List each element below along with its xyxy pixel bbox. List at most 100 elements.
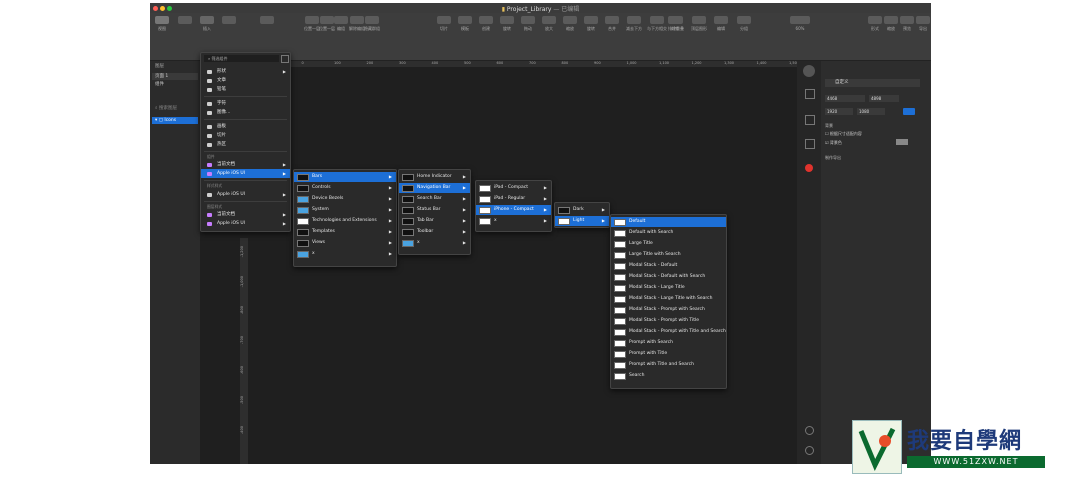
help-icon[interactable] <box>805 426 814 435</box>
record-icon[interactable] <box>805 164 813 172</box>
diamond-button[interactable] <box>260 13 274 35</box>
m-light-item-3[interactable]: Large Title with Search <box>611 250 726 260</box>
toolbar-button-right2-1[interactable]: 缩放 <box>884 13 898 35</box>
menu-item-artboard[interactable]: 画板 <box>201 122 290 131</box>
m-ios-item-4[interactable]: Technologies and Extensions ▶ <box>294 216 396 226</box>
x-field[interactable]: 1920 <box>825 108 853 115</box>
menu-item-apple-ios-ui[interactable]: Apple iOS UI ▶ <box>201 169 290 178</box>
width-field[interactable]: 4468 <box>825 95 865 102</box>
m-nav-item-1[interactable]: iPad - Regular ▶ <box>476 194 551 204</box>
menu-item-text-styles-ios[interactable]: Apple iOS UI ▶ <box>201 190 290 199</box>
m-ios-item-5[interactable]: Templates ▶ <box>294 227 396 237</box>
menu-item-current-doc[interactable]: 当前文档 ▶ <box>201 160 290 169</box>
toolbar-button-right2-2[interactable]: 预览 <box>900 13 914 35</box>
m-nav-item-2[interactable]: iPhone - Compact ▶ <box>476 205 551 215</box>
m-light-item-4[interactable]: Modal Stack - Default <box>611 261 726 271</box>
toolbar-button-right-3[interactable]: 分组 <box>737 13 751 35</box>
m-light-item-13[interactable]: Prompt with Title and Search <box>611 360 726 370</box>
m-light-item-2[interactable]: Large Title <box>611 239 726 249</box>
m-light-item-12[interactable]: Prompt with Title <box>611 349 726 359</box>
m-ios-item-0[interactable]: Bars ▶ <box>294 172 396 182</box>
m-light-item-5[interactable]: Modal Stack - Default with Search <box>611 272 726 282</box>
zoom-control[interactable]: 60% <box>790 13 810 35</box>
toolbar-button-mid-1[interactable]: 位置一层 <box>319 13 335 35</box>
layer-search[interactable]: ⌕ 搜索图层 <box>152 105 198 112</box>
toolbar-button-edit-10[interactable]: 与下方相交 <box>647 13 667 35</box>
m-light-item-7[interactable]: Modal Stack - Large Title with Search <box>611 294 726 304</box>
m-ios-item-7[interactable]: x ▶ <box>294 249 396 259</box>
toolbar-button-edit-9[interactable]: 减去下方 <box>626 13 642 35</box>
m-bars-item-4[interactable]: Tab Bar ▶ <box>399 216 470 226</box>
menu-item-shape[interactable]: 形状 ▶ <box>201 67 290 76</box>
layer-item-icons[interactable]: ▾ ▢ Icons <box>152 117 198 124</box>
menu-item-hotspot[interactable]: 热区 <box>201 140 290 149</box>
toolbar-button-edit-0[interactable]: 切片 <box>437 13 451 35</box>
m-bars-item-5[interactable]: Toolbar ▶ <box>399 227 470 237</box>
menu-item-slice[interactable]: 切片 <box>201 131 290 140</box>
m-ios-item-6[interactable]: Views ▶ <box>294 238 396 248</box>
menu-item-vector[interactable]: 文章 <box>201 76 290 85</box>
background-color-checkbox[interactable]: ☑ 背景色 <box>825 140 842 146</box>
toolbar-button-edit-7[interactable]: 旋转 <box>584 13 598 35</box>
m-light-item-10[interactable]: Modal Stack - Prompt with Title and Sear… <box>611 327 726 337</box>
m-light-item-8[interactable]: Modal Stack - Prompt with Search <box>611 305 726 315</box>
m-bars-item-3[interactable]: Status Bar ▶ <box>399 205 470 215</box>
upload-icon[interactable] <box>805 89 815 99</box>
height-field[interactable]: 4898 <box>869 95 899 102</box>
toolbar-button-edit-3[interactable]: 旋转 <box>500 13 514 35</box>
toolbar-button-edit-5[interactable]: 放大 <box>542 13 556 35</box>
toolbar-button-edit-4[interactable]: 拖动 <box>521 13 535 35</box>
filter-input[interactable]: ⌕ 筛选组件 <box>204 55 279 62</box>
m-iphone-item-0[interactable]: Dark ▶ <box>555 205 609 215</box>
m-ios-item-1[interactable]: Controls ▶ <box>294 183 396 193</box>
orientation-toggle[interactable] <box>903 108 915 115</box>
menu-item-layer-styles-ios[interactable]: Apple iOS UI ▶ <box>201 219 290 228</box>
insert-button[interactable]: 插入 <box>200 13 214 35</box>
view-button[interactable]: 视图 <box>155 13 169 35</box>
document-icon[interactable] <box>805 139 815 149</box>
toolbar-button-edit-2[interactable]: 创建 <box>479 13 493 35</box>
m-bars-item-1[interactable]: Navigation Bar ▶ <box>399 183 470 193</box>
color-swatch[interactable] <box>896 139 908 145</box>
m-nav-item-3[interactable]: x ▶ <box>476 216 551 226</box>
layout-button[interactable] <box>178 13 192 35</box>
menu-item-pencil[interactable]: 铅笔 <box>201 85 290 94</box>
toolbar-button-mid-0[interactable]: 位置一层 <box>304 13 320 35</box>
m-ios-item-2[interactable]: Device Bezels ▶ <box>294 194 396 204</box>
menu-item-image[interactable]: 图像… <box>201 108 290 117</box>
toolbar-button-mid-2[interactable]: 编组 <box>334 13 348 35</box>
m-light-item-14[interactable]: Search <box>611 371 726 381</box>
fit-content-checkbox[interactable]: ☐ 根据尺寸适配内容 <box>825 131 862 137</box>
sketch-icon[interactable] <box>803 65 815 77</box>
toolbar-button-mid-4[interactable]: 隐藏群组 <box>364 13 380 35</box>
m-light-item-1[interactable]: Default with Search <box>611 228 726 238</box>
m-bars-item-0[interactable]: Home Indicator ▶ <box>399 172 470 182</box>
menu-item-layer-styles-doc[interactable]: 当前文档 ▶ <box>201 210 290 219</box>
toolbar-button-right-1[interactable]: 顶层图形 <box>691 13 707 35</box>
page-item[interactable]: 页面 1 <box>152 73 198 80</box>
image-icon[interactable] <box>805 115 815 125</box>
toolbar-button-mid-3[interactable]: 解除编组 <box>349 13 365 35</box>
m-iphone-item-1[interactable]: Light ▶ <box>555 216 609 226</box>
toolbar-button-right-0[interactable]: 对齐 <box>668 13 682 35</box>
symbols-page-item[interactable]: 组件 <box>152 81 198 88</box>
toolbar-button-right-2[interactable]: 编辑 <box>714 13 728 35</box>
toolbar-button-edit-6[interactable]: 缩放 <box>563 13 577 35</box>
toolbar-button-right2-0[interactable]: 形式 <box>868 13 882 35</box>
m-light-item-11[interactable]: Prompt with Search <box>611 338 726 348</box>
toolbar-button-edit-1[interactable]: 模板 <box>458 13 472 35</box>
settings-icon[interactable] <box>805 446 814 455</box>
symbol-button[interactable] <box>222 13 236 35</box>
m-nav-item-0[interactable]: iPad - Compact ▶ <box>476 183 551 193</box>
m-light-item-9[interactable]: Modal Stack - Prompt with Title <box>611 316 726 326</box>
m-bars-item-6[interactable]: x ▶ <box>399 238 470 248</box>
view-options-icon[interactable] <box>281 55 289 63</box>
m-light-item-0[interactable]: Default <box>611 217 726 227</box>
style-select[interactable]: 自定义 <box>825 79 920 87</box>
m-ios-item-3[interactable]: System ▶ <box>294 205 396 215</box>
y-field[interactable]: 1080 <box>857 108 885 115</box>
m-bars-item-2[interactable]: Search Bar ▶ <box>399 194 470 204</box>
toolbar-button-right2-3[interactable]: 导出 <box>916 13 930 35</box>
toolbar-button-edit-8[interactable]: 合并 <box>605 13 619 35</box>
m-light-item-6[interactable]: Modal Stack - Large Title <box>611 283 726 293</box>
